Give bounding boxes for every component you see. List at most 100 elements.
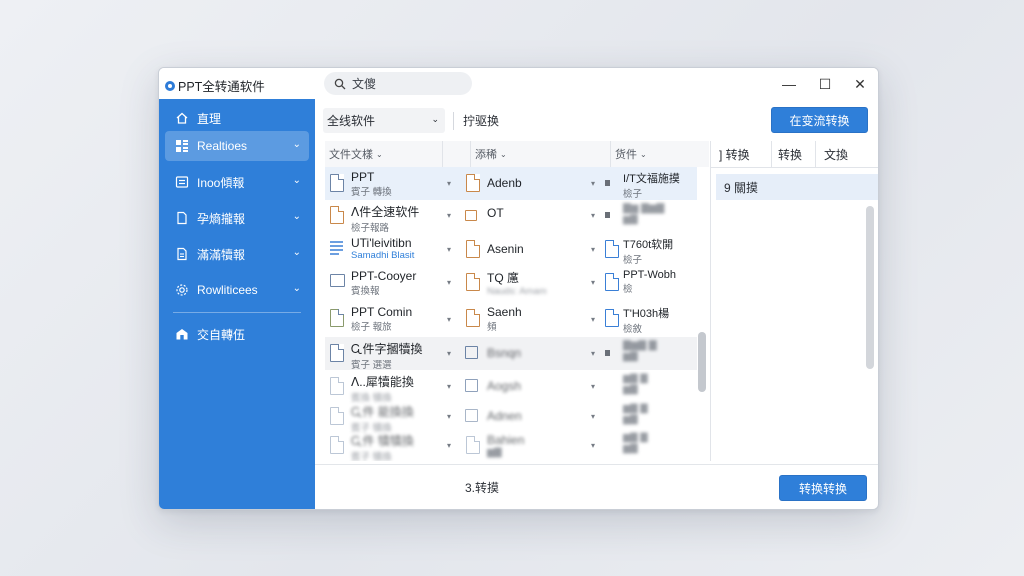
toolbar-label: 拧驱换 (463, 114, 500, 128)
file-name: PPT-Cooyer (351, 269, 417, 283)
dropdown-icon[interactable]: ▾ (591, 349, 595, 358)
file-name: Ꮹ件 犢犢換 (351, 434, 414, 448)
sidebar-item-export[interactable]: 交自轉伍 (165, 319, 309, 349)
target-name: Adnen (487, 409, 522, 423)
slide-icon (330, 274, 345, 287)
column-header-name[interactable]: 文件文樣 ⌄ (325, 141, 443, 167)
file-icon (466, 309, 480, 327)
export-icon (175, 327, 189, 341)
image-icon (465, 210, 477, 221)
type-sub: 檢 (623, 284, 633, 295)
table-row[interactable]: ᐱ..犀犢能換 賓換 犢換 ▾ Aogsh ▾ ▆▇ ▇ ▆▇ (325, 370, 697, 404)
file-list-scrollbar[interactable] (698, 332, 706, 392)
file-rows: PPT 賓子 轉換 ▾ Adenb ▾ I/T文福施摸 檢子 ᐱ件全速软件 檢子報路 … (325, 167, 697, 461)
chevron-down-icon: ⌄ (292, 283, 301, 294)
dropdown-icon[interactable]: ▾ (447, 382, 451, 391)
app-title-text: PPT全转通软件 (178, 80, 265, 94)
sidebar-item-inoo[interactable]: Inoo傾報 ⌄ (165, 167, 309, 197)
format-select-value: 全线软件 (327, 114, 376, 128)
dropdown-icon[interactable]: ▾ (447, 315, 451, 324)
chevron-down-icon: ⌄ (292, 139, 301, 150)
image-icon (465, 409, 478, 422)
file-icon (466, 240, 480, 258)
sort-icon: ⌄ (376, 149, 383, 159)
target-name: Adenb (487, 176, 522, 190)
table-row[interactable]: Ꮹ件字摑犢換 賓子 選選 ▾ Bsnqn ▾ ▇▆▇ ▇ ▆▇ (325, 337, 697, 371)
column-header-type[interactable]: 货件 ⌄ (611, 141, 709, 167)
search-box[interactable]: 文傻 (324, 72, 472, 95)
table-row[interactable]: UTi'leivitibn Samadhi Blasit ▾ Asenin ▾ T… (325, 233, 697, 266)
dropdown-icon[interactable]: ▾ (447, 412, 451, 421)
close-button[interactable]: ✕ (845, 72, 875, 96)
file-icon (330, 344, 344, 362)
format-select[interactable]: 全线软件 ⌄ (323, 108, 445, 133)
sidebar-item-files[interactable]: 孕熵攏報 ⌄ (165, 203, 309, 233)
image-icon (465, 346, 478, 359)
target-name: Asenin (487, 242, 524, 256)
close-icon: ✕ (854, 75, 866, 92)
chevron-down-icon: ⌄ (292, 247, 301, 258)
file-sub: 賓子 犢換 (351, 452, 392, 461)
maximize-button[interactable]: ☐ (810, 72, 840, 96)
dropdown-icon[interactable]: ▾ (591, 412, 595, 421)
dropdown-icon[interactable]: ▾ (447, 441, 451, 450)
table-row[interactable]: PPT Comin 檢子 報旅 ▾ Saenh 頻 ▾ T'H03h楊 檢敘 (325, 299, 697, 337)
dropdown-icon[interactable]: ▾ (591, 179, 595, 188)
doc-list-icon (175, 175, 189, 189)
footer: 3.转摸 转换转换 (315, 464, 878, 509)
dropdown-icon[interactable]: ▾ (591, 278, 595, 287)
app-window: PPT全转通软件 文傻 — ☐ ✕ 直理 Realtioes ⌄ Inoo傾報 … (158, 67, 879, 510)
sidebar-item-notes[interactable]: 滿滿犢報 ⌄ (165, 239, 309, 269)
table-row[interactable]: Ꮹ件 犢犢換 賓子 犢換 ▾ Bahien ▆▇ ▾ ▆▇ ▇ ▆▇ (325, 429, 697, 461)
dropdown-icon[interactable]: ▾ (591, 245, 595, 254)
table-row[interactable]: PPT-Cooyer 賓換報 ▾ TQ 㢜 Nauds: Amam ▾ PPT-Wo… (325, 266, 697, 299)
panel-scrollbar[interactable] (866, 206, 874, 369)
sidebar-item-settings[interactable]: Rowliticees ⌄ (165, 275, 309, 305)
toolbar-divider (453, 112, 454, 130)
file-name: ᐱ..犀犢能換 (351, 375, 414, 389)
type-sub: 檢敘 (623, 324, 643, 335)
dropdown-icon[interactable]: ▾ (447, 179, 451, 188)
file-name: PPT (351, 170, 375, 184)
target-name: Bahien (487, 433, 525, 447)
minimize-button[interactable]: — (774, 72, 804, 96)
tab-convert-1[interactable]: ] 转换 (719, 141, 750, 167)
sidebar-item-home[interactable]: 直理 (165, 103, 309, 133)
sidebar-item-label: Realtioes (197, 139, 248, 153)
dropdown-icon[interactable]: ▾ (591, 441, 595, 450)
dropdown-icon[interactable]: ▾ (591, 315, 595, 324)
convert-button[interactable]: 转换转换 (779, 475, 867, 501)
chevron-down-icon: ⌄ (431, 114, 439, 124)
file-name: Ꮹ件字摑犢換 (351, 342, 423, 356)
tab-convert-2[interactable]: 转换 (771, 141, 802, 167)
search-icon (334, 78, 346, 89)
column-header-label: 文件文樣 (329, 149, 373, 161)
maximize-icon: ☐ (818, 75, 832, 92)
table-row[interactable]: ᐱ件全速软件 檢子報路 ▾ OT ▾ ▇▆ ▇▆▇ ▆▇ (325, 200, 697, 234)
dropdown-icon[interactable]: ▾ (447, 245, 451, 254)
file-icon (330, 377, 344, 395)
sidebar-item-label: 孕熵攏報 (197, 211, 246, 226)
column-header-target[interactable]: 添稀 ⌄ (471, 141, 611, 167)
dropdown-icon[interactable]: ▾ (591, 211, 595, 220)
sidebar-item-label: 交自轉伍 (197, 327, 246, 342)
file-icon (175, 211, 189, 225)
dropdown-icon[interactable]: ▾ (447, 211, 451, 220)
chevron-down-icon: ⌄ (292, 211, 301, 222)
home-icon (175, 111, 189, 125)
tab-convert-3[interactable]: 文換 (815, 141, 848, 167)
dropdown-icon[interactable]: ▾ (591, 382, 595, 391)
file-sub: 檢子 報旅 (351, 322, 392, 333)
file-sub: 檢子報路 (351, 223, 390, 234)
file-icon (605, 273, 619, 291)
selected-task[interactable]: 9 關摸 (716, 174, 878, 200)
title-bar: PPT全转通软件 文傻 — ☐ ✕ (159, 68, 878, 99)
convert-online-button[interactable]: 在变流转换 (771, 107, 868, 133)
dropdown-icon[interactable]: ▾ (447, 278, 451, 287)
type-name: PPT-Wobh (623, 269, 676, 281)
file-sub: 賓子 選選 (351, 360, 392, 371)
sidebar-item-realtioes[interactable]: Realtioes ⌄ (165, 131, 309, 161)
dropdown-icon[interactable]: ▾ (447, 349, 451, 358)
table-row[interactable]: PPT 賓子 轉換 ▾ Adenb ▾ I/T文福施摸 檢子 (325, 167, 697, 200)
note-icon (175, 247, 189, 261)
